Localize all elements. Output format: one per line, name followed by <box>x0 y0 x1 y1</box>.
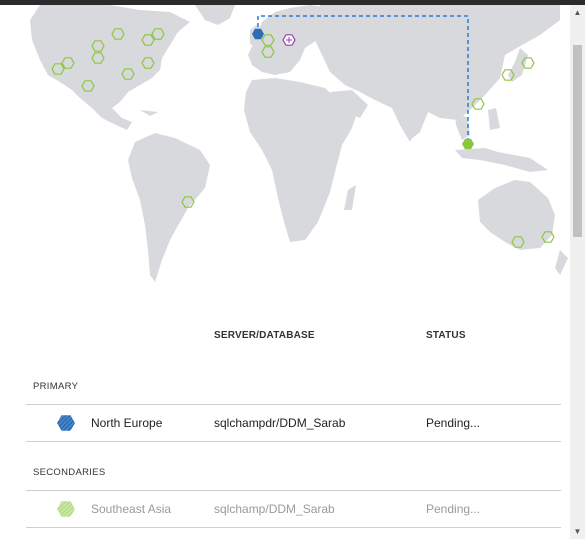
chevron-down-icon[interactable]: ▼ <box>570 524 585 539</box>
table-row-secondary[interactable]: Southeast Asia sqlchamp/DDM_Sarab Pendin… <box>26 490 561 528</box>
chevron-up-icon[interactable]: ▲ <box>570 5 585 20</box>
vertical-scrollbar[interactable]: ▲ ▼ <box>570 5 585 539</box>
landmass-philippines <box>488 108 500 130</box>
landmass-caribbean <box>140 110 158 116</box>
section-label-secondaries: SECONDARIES <box>33 467 106 478</box>
column-header-status: STATUS <box>426 330 466 341</box>
hexagon-filled-striped-icon <box>57 501 75 517</box>
world-map <box>30 5 568 282</box>
landmass-new-zealand <box>555 250 568 275</box>
continent-south-america <box>128 133 210 282</box>
secondary-region-marker-icon[interactable] <box>462 138 474 150</box>
status-text: Pending... <box>426 416 481 430</box>
region-name: Southeast Asia <box>91 502 172 516</box>
status-text: Pending... <box>426 502 481 516</box>
region-name: North Europe <box>91 416 163 430</box>
continent-north-america <box>30 5 190 130</box>
server-database-name: sqlchampdr/DDM_Sarab <box>214 416 346 430</box>
geo-replication-blade: SERVER/DATABASE STATUS PRIMARY North Eur… <box>0 0 570 539</box>
add-region-target-icon[interactable] <box>282 34 296 46</box>
landmass-indonesia <box>455 148 548 172</box>
hexagon-filled-striped-icon <box>57 415 75 431</box>
table-row-primary[interactable]: North Europe sqlchampdr/DDM_Sarab Pendin… <box>26 404 561 442</box>
landmass-madagascar <box>344 185 356 210</box>
landmass-japan <box>508 48 528 82</box>
scrollbar-thumb[interactable] <box>573 45 582 237</box>
server-database-name: sqlchamp/DDM_Sarab <box>214 502 335 516</box>
column-header-server: SERVER/DATABASE <box>214 330 315 341</box>
section-label-primary: PRIMARY <box>33 381 79 392</box>
landmass-greenland <box>195 5 235 25</box>
